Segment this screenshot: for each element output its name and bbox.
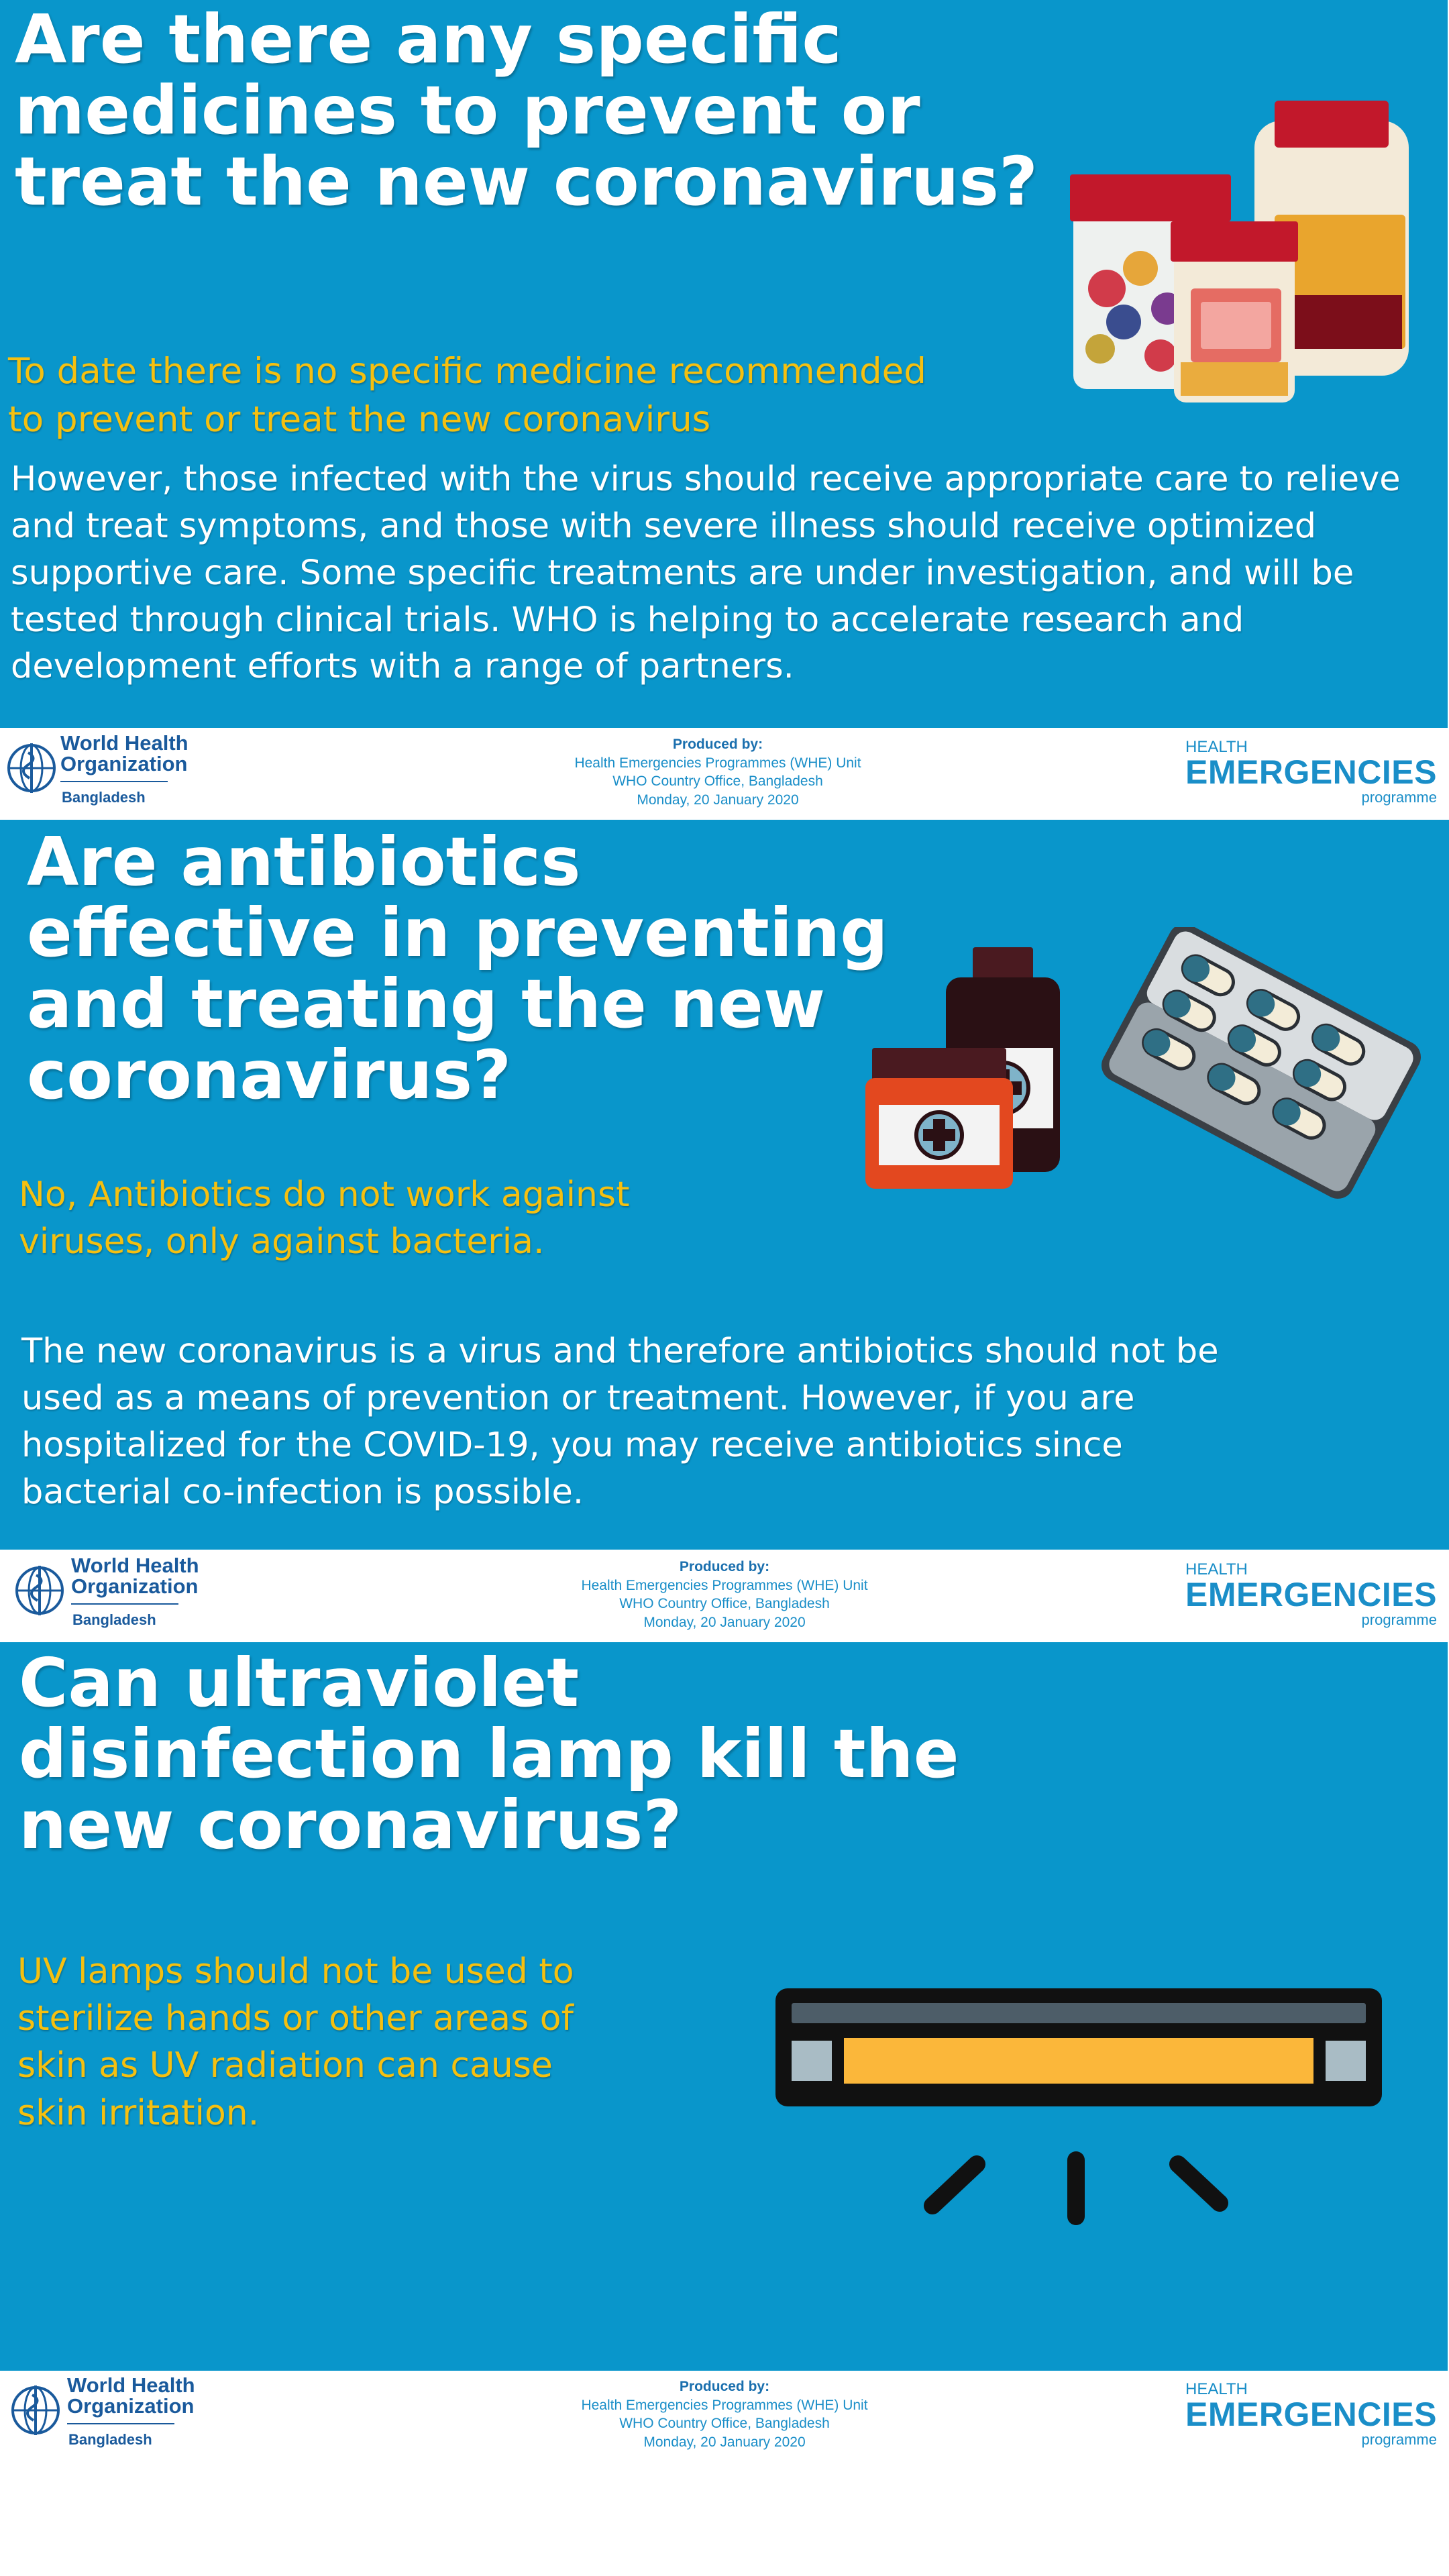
panel-body: The new coronavirus is a virus and there… (21, 1332, 1219, 1512)
pill-bottles-and-blister-pack-icon (865, 927, 1421, 1199)
who-logo-line1: World Health (67, 2373, 195, 2397)
he-programme: programme (1361, 788, 1437, 806)
who-logo-line2: Organization (60, 752, 188, 775)
info-panel-medicines: Are there any specific medicines to prev… (0, 0, 1448, 728)
uv-lamp-icon (775, 1988, 1382, 2225)
production-credits: Produced by: Health Emergencies Programm… (463, 1558, 986, 1632)
who-logo-text: World Health Organization (60, 733, 189, 774)
health-emergencies-logo: HEALTH EMERGENCIES programme (1185, 1560, 1437, 1629)
who-logo-rule (67, 2423, 174, 2424)
panel-answer: To date there is no specific medicine re… (8, 351, 926, 440)
office-name: WHO Country Office, Bangladesh (619, 1596, 830, 1612)
who-logo-rule (60, 781, 168, 782)
health-emergencies-logo: HEALTH EMERGENCIES programme (1185, 738, 1437, 806)
health-emergencies-logo: HEALTH EMERGENCIES programme (1185, 2380, 1437, 2449)
panel-answer: No, Antibiotics do not work against viru… (19, 1175, 630, 1263)
who-emblem-icon (11, 2385, 60, 2435)
he-programme: programme (1361, 1611, 1437, 1628)
info-panel-uv-lamp: Can ultraviolet disinfection lamp kill t… (0, 1642, 1448, 2371)
production-credits: Produced by: Health Emergencies Programm… (463, 2377, 986, 2452)
who-logo-country: Bangladesh (62, 789, 146, 806)
produced-by-label: Produced by: (679, 1559, 770, 1574)
production-date: Monday, 20 January 2020 (643, 1615, 806, 1631)
production-credits: Produced by: Health Emergencies Programm… (456, 735, 979, 810)
who-logo-country: Bangladesh (68, 2431, 152, 2448)
footer: World Health Organization Bangladesh Pro… (0, 1551, 1449, 1638)
panel-title: Are there any specific medicines to prev… (15, 0, 1038, 221)
panel-answer: UV lamps should not be used to sterilize… (17, 1951, 574, 2133)
info-panel-antibiotics: Are antibiotics effective in preventing … (0, 820, 1449, 1550)
medicine-jars-icon (1070, 101, 1409, 402)
office-name: WHO Country Office, Bangladesh (619, 2416, 830, 2432)
who-logo-line1: World Health (71, 1554, 199, 1577)
unit-name: Health Emergencies Programmes (WHE) Unit (581, 1577, 868, 1593)
he-programme: programme (1361, 2430, 1437, 2448)
footer: World Health Organization Bangladesh Pro… (0, 729, 1449, 816)
unit-name: Health Emergencies Programmes (WHE) Unit (581, 2397, 868, 2413)
who-emblem-icon (7, 743, 56, 793)
produced-by-label: Produced by: (672, 737, 763, 752)
panel-body: However, those infected with the virus s… (11, 460, 1401, 687)
who-logo-rule (71, 1603, 178, 1605)
produced-by-label: Produced by: (679, 2379, 770, 2394)
he-emergencies: EMERGENCIES (1185, 2396, 1437, 2433)
panel-title: Are antibiotics effective in preventing … (27, 822, 888, 1114)
who-logo-text: World Health Organization (71, 1555, 199, 1597)
he-emergencies: EMERGENCIES (1185, 1576, 1437, 1613)
unit-name: Health Emergencies Programmes (WHE) Unit (574, 755, 861, 771)
production-date: Monday, 20 January 2020 (643, 2434, 806, 2451)
who-logo-line2: Organization (67, 2394, 195, 2418)
who-emblem-icon (15, 1566, 64, 1615)
panel-title: Can ultraviolet disinfection lamp kill t… (19, 1644, 959, 1864)
he-emergencies: EMERGENCIES (1185, 753, 1437, 791)
production-date: Monday, 20 January 2020 (637, 792, 799, 808)
who-logo-line2: Organization (71, 1574, 199, 1598)
who-logo-country: Bangladesh (72, 1611, 156, 1628)
who-logo-text: World Health Organization (67, 2375, 195, 2416)
office-name: WHO Country Office, Bangladesh (612, 773, 823, 790)
footer: World Health Organization Bangladesh Pro… (0, 2371, 1449, 2458)
who-logo-line1: World Health (60, 731, 189, 755)
